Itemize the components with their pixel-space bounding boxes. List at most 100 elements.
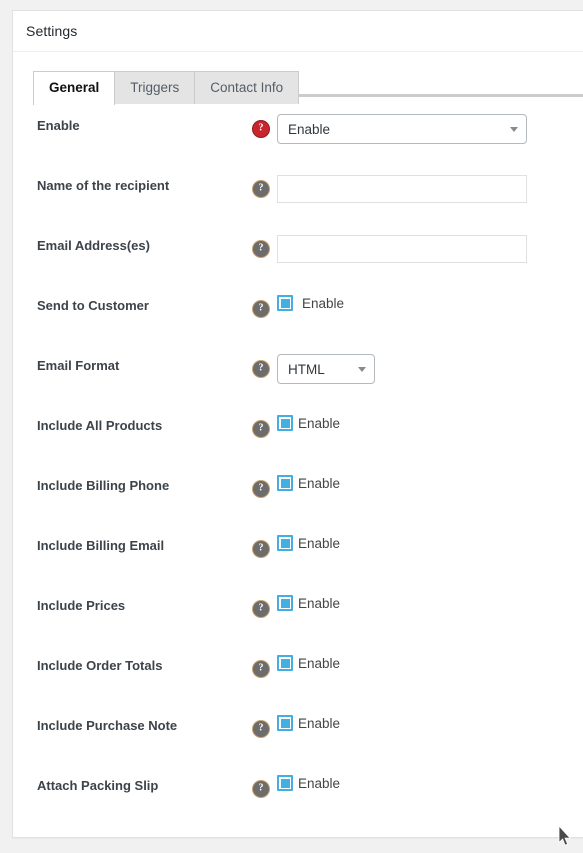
field-control-area: ? Enable — [253, 637, 583, 677]
checkbox-check-icon — [280, 538, 290, 548]
field-label: Include Order Totals — [37, 658, 163, 673]
help-glyph: ? — [258, 722, 264, 734]
field-control-area: ? Enable — [253, 397, 583, 437]
tab-list: General Triggers Contact Info — [33, 71, 583, 105]
field-label: Include Purchase Note — [37, 718, 178, 733]
tab-contact-info[interactable]: Contact Info — [194, 71, 300, 104]
checkbox-group: Enable — [277, 475, 340, 491]
form-row: Include Order Totals? Enable — [13, 637, 583, 697]
form-row: Include Purchase Note? Enable — [13, 697, 583, 757]
checkbox-label[interactable]: Enable — [298, 416, 340, 431]
help-icon[interactable]: ? — [253, 361, 269, 377]
chevron-down-icon — [510, 127, 518, 132]
help-glyph: ? — [258, 542, 264, 554]
checkbox-label[interactable]: Enable — [298, 536, 340, 551]
help-icon[interactable]: ? — [253, 241, 269, 257]
checkbox-label[interactable]: Enable — [298, 596, 340, 611]
field-label: Attach Packing Slip — [37, 778, 159, 793]
checkbox-group: Enable — [277, 715, 340, 731]
help-glyph: ? — [258, 602, 264, 614]
select-value: HTML — [288, 361, 325, 377]
checkbox-check-icon — [280, 478, 290, 488]
page-title: Settings — [26, 23, 78, 39]
checkbox-include-all-products[interactable] — [277, 415, 293, 431]
help-icon[interactable]: ? — [253, 421, 269, 437]
field-control-area: ? Enable — [253, 457, 583, 497]
checkbox-label[interactable]: Enable — [298, 716, 340, 731]
help-glyph: ? — [258, 662, 264, 674]
checkbox-check-icon — [280, 418, 290, 428]
field-control-area: ? Enable — [253, 97, 583, 144]
checkbox-check-icon — [280, 718, 290, 728]
input-email-address-es-[interactable] — [277, 235, 527, 263]
panel-header: Settings — [13, 11, 583, 52]
form-row: Include Prices? Enable — [13, 577, 583, 637]
settings-form: Enable? Enable Name of the recipient? Email… — [13, 97, 583, 839]
checkbox-group: Enable — [277, 595, 340, 611]
field-control-area: ? Enable — [253, 517, 583, 557]
checkbox-label[interactable]: Enable — [298, 476, 340, 491]
form-row: Email Format? HTML — [13, 337, 583, 397]
field-control-area: ? Enable — [253, 757, 583, 797]
input-name-of-the-recipient[interactable] — [277, 175, 527, 203]
field-label: Include All Products — [37, 418, 163, 433]
checkbox-include-billing-email[interactable] — [277, 535, 293, 551]
help-icon[interactable]: ? — [253, 721, 269, 737]
field-label: Include Billing Email — [37, 538, 165, 553]
help-icon[interactable]: ? — [253, 181, 269, 197]
tab-triggers[interactable]: Triggers — [114, 71, 196, 104]
checkbox-check-icon — [280, 658, 290, 668]
checkbox-group: Enable — [277, 775, 340, 791]
form-row: Include Billing Phone? Enable — [13, 457, 583, 517]
help-glyph: ? — [258, 782, 264, 794]
checkbox-check-icon — [280, 298, 290, 308]
field-control-area: ? Enable — [253, 577, 583, 617]
field-label: Email Address(es) — [37, 238, 150, 253]
help-glyph: ? — [258, 242, 264, 254]
checkbox-send-to-customer[interactable] — [277, 295, 293, 311]
checkbox-include-purchase-note[interactable] — [277, 715, 293, 731]
checkbox-check-icon — [280, 778, 290, 788]
form-row: Name of the recipient? — [13, 157, 583, 217]
checkbox-check-icon — [280, 598, 290, 608]
help-icon[interactable]: ? — [253, 301, 269, 317]
select-enable[interactable]: Enable — [277, 114, 527, 144]
help-icon[interactable]: ? — [253, 661, 269, 677]
checkbox-label[interactable]: Enable — [302, 296, 344, 311]
form-row: Include Billing Email? Enable — [13, 517, 583, 577]
help-glyph: ? — [258, 302, 264, 314]
field-control-area: ? Enable — [253, 277, 583, 317]
chevron-down-icon — [358, 367, 366, 372]
field-control-area: ? Enable — [253, 697, 583, 737]
checkbox-group: Enable — [277, 415, 340, 431]
checkbox-include-prices[interactable] — [277, 595, 293, 611]
tab-general[interactable]: General — [33, 71, 116, 105]
field-control-area: ? HTML — [253, 337, 583, 384]
field-label: Name of the recipient — [37, 178, 170, 193]
help-glyph: ? — [258, 362, 264, 374]
help-glyph: ? — [258, 182, 264, 194]
checkbox-group: Enable — [277, 655, 340, 671]
checkbox-include-order-totals[interactable] — [277, 655, 293, 671]
help-icon[interactable]: ? — [253, 541, 269, 557]
select-value: Enable — [288, 121, 331, 137]
panel-body: General Triggers Contact Info Enable? Enabl… — [13, 52, 583, 839]
form-row: Send to Customer? Enable — [13, 277, 583, 337]
form-row: Email Address(es)? — [13, 217, 583, 277]
checkbox-include-billing-phone[interactable] — [277, 475, 293, 491]
help-glyph: ? — [258, 482, 264, 494]
checkbox-label[interactable]: Enable — [298, 776, 340, 791]
form-row: Attach Packing Slip? Enable — [13, 757, 583, 817]
field-label: Include Billing Phone — [37, 478, 170, 493]
field-label: Include Prices — [37, 598, 126, 613]
help-icon[interactable]: ? — [253, 481, 269, 497]
help-icon-required[interactable]: ? — [253, 121, 269, 137]
select-email-format[interactable]: HTML — [277, 354, 375, 384]
screen-root: Settings General Triggers Contact Info Ena… — [0, 0, 583, 853]
help-icon[interactable]: ? — [253, 601, 269, 617]
help-icon[interactable]: ? — [253, 781, 269, 797]
checkbox-label[interactable]: Enable — [298, 656, 340, 671]
checkbox-attach-packing-slip[interactable] — [277, 775, 293, 791]
help-glyph: ? — [258, 122, 264, 134]
checkbox-group: Enable — [277, 535, 340, 551]
